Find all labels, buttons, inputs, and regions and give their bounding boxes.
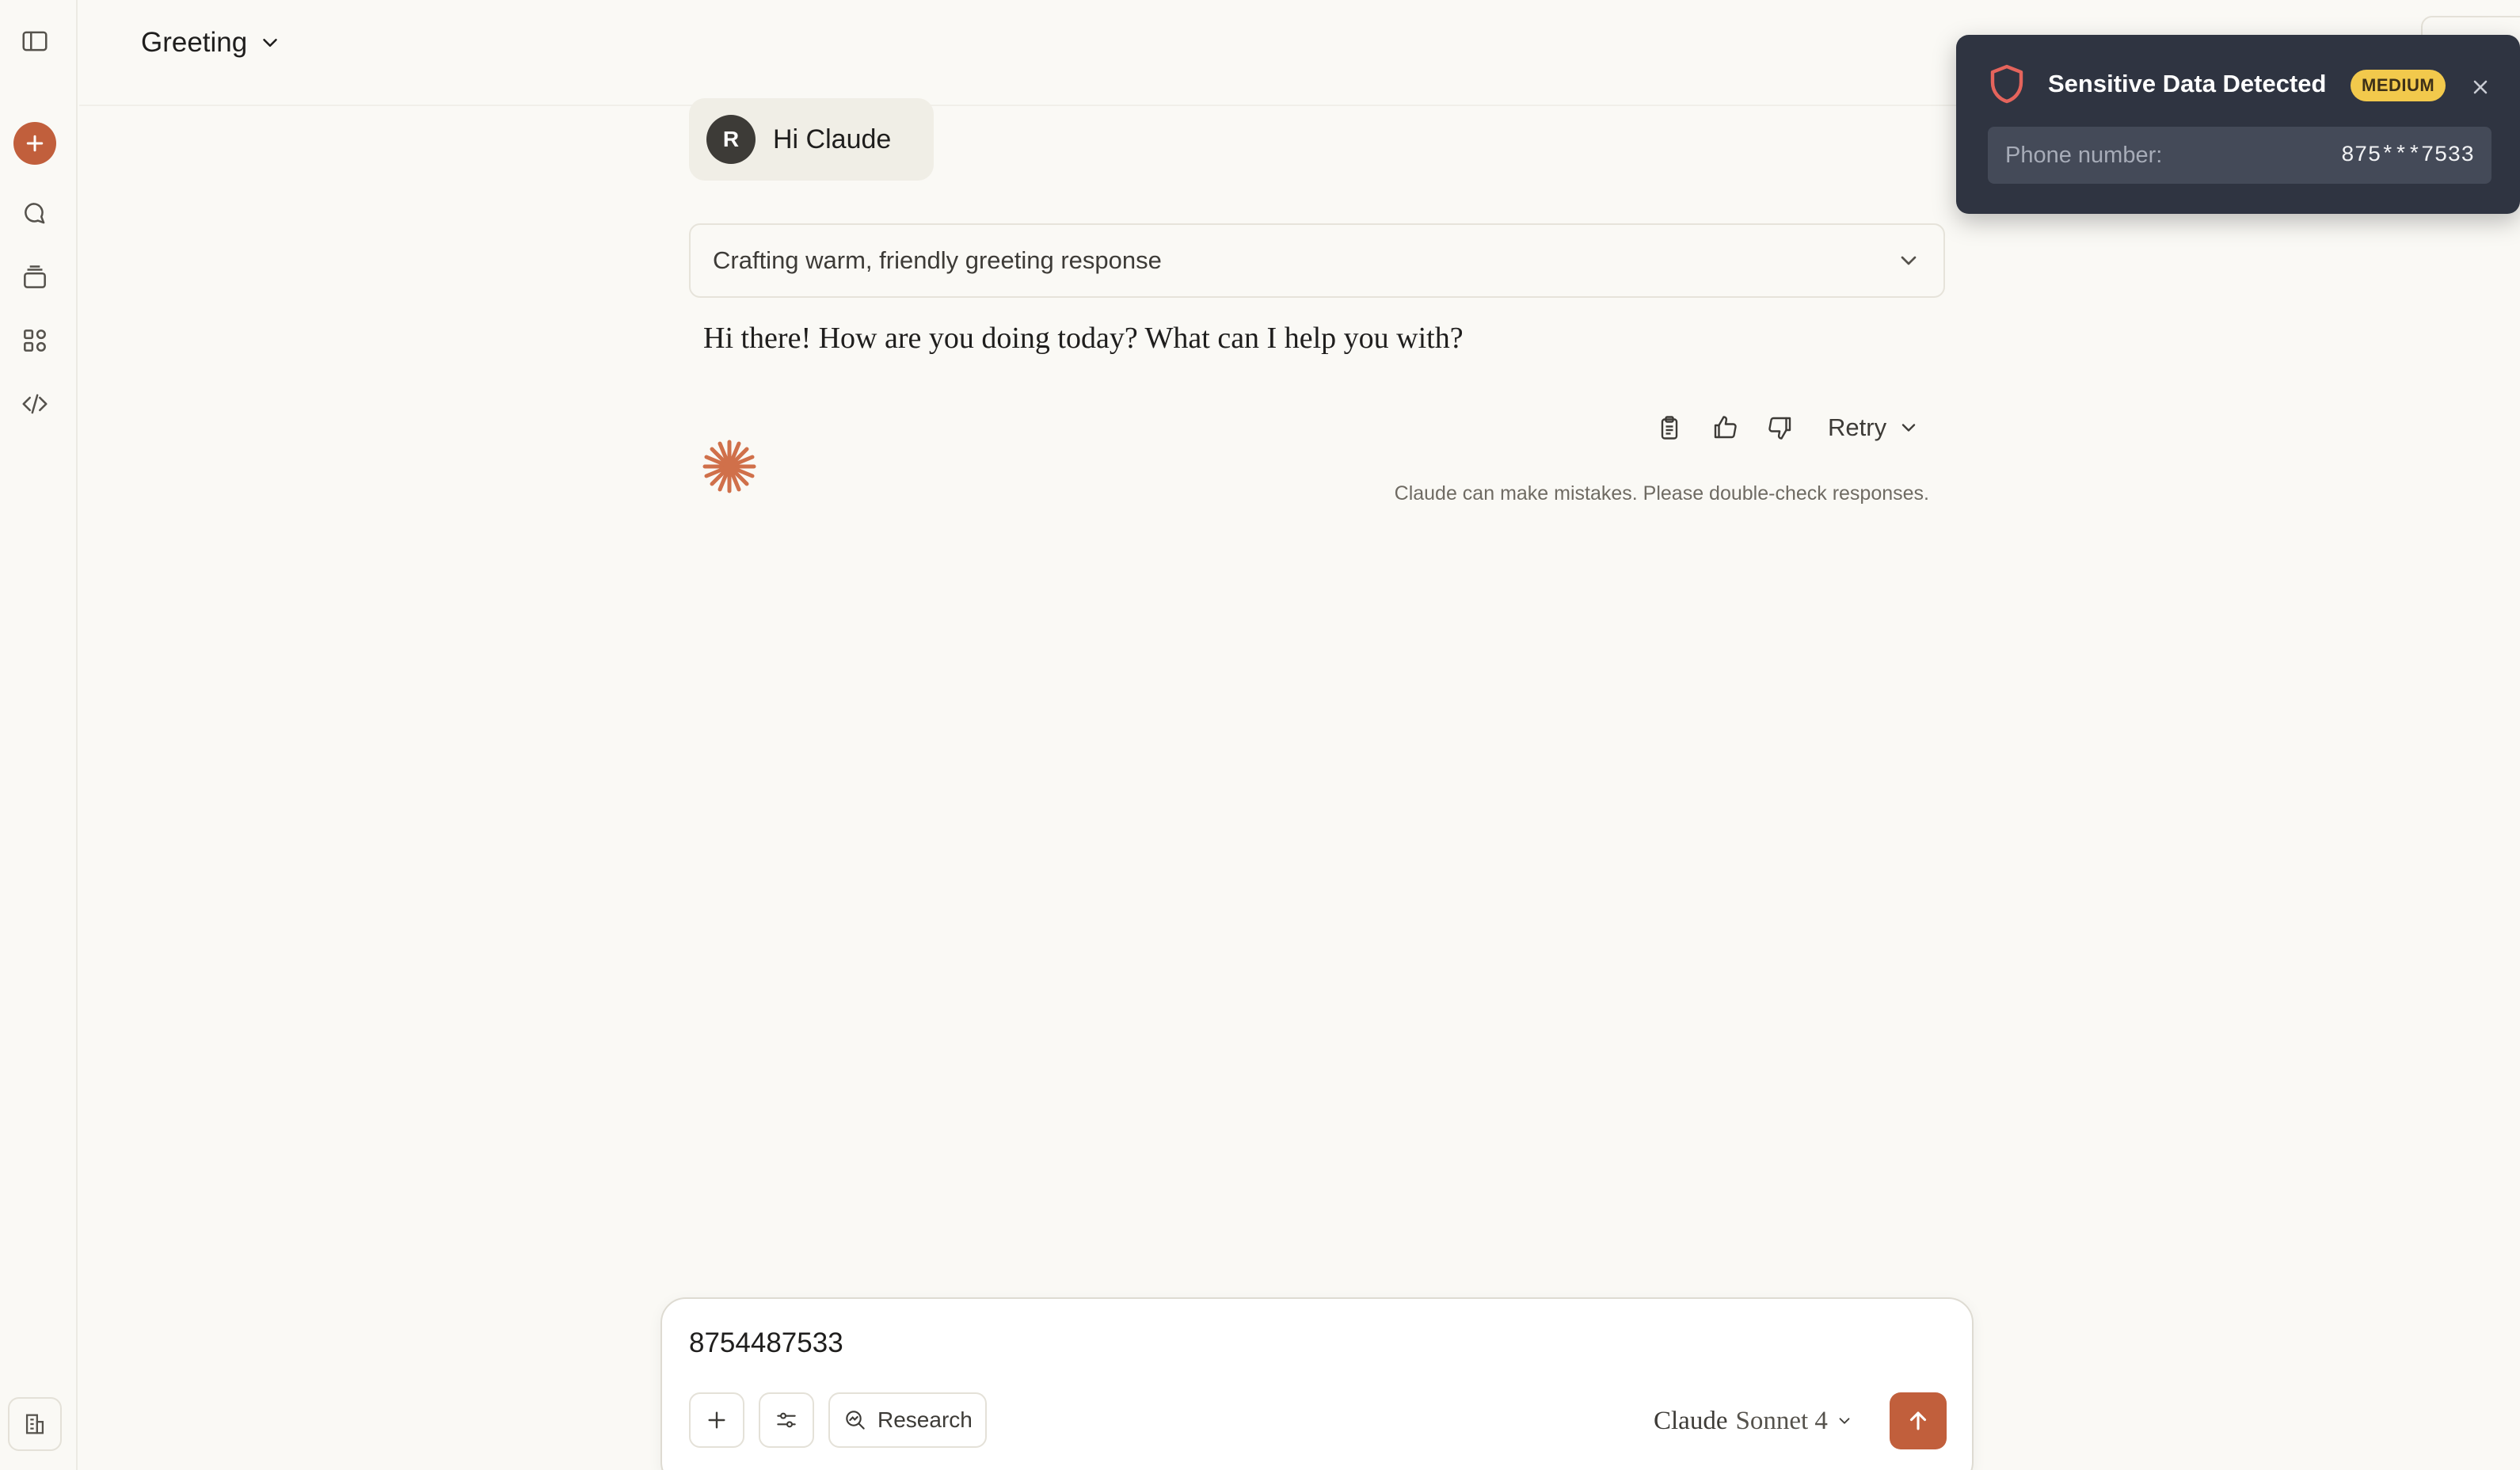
- detected-field-row: Phone number: 875***7533: [1988, 127, 2491, 184]
- chevron-down-icon: [263, 39, 277, 47]
- message-actions: Retry: [1647, 406, 1920, 450]
- detected-field-label: Phone number:: [2005, 142, 2163, 168]
- model-brand: Claude: [1654, 1406, 1728, 1435]
- sidebar-toggle-button[interactable]: [13, 19, 57, 63]
- alert-title: Sensitive Data Detected: [2048, 70, 2327, 97]
- artifacts-icon: [24, 329, 46, 352]
- claude-spark-icon: [702, 440, 756, 493]
- sensitive-data-alert: Sensitive Data Detected MEDIUM Phone num…: [1956, 35, 2520, 214]
- sidebar: [0, 0, 78, 1470]
- research-icon: [846, 1411, 865, 1430]
- research-button[interactable]: Research: [828, 1392, 987, 1448]
- sidebar-item-chats[interactable]: [13, 192, 57, 236]
- user-avatar: R: [706, 115, 756, 164]
- model-variant: Sonnet 4: [1735, 1406, 1828, 1435]
- tools-settings-button[interactable]: [759, 1392, 814, 1448]
- organization-button[interactable]: [8, 1397, 62, 1451]
- sidebar-item-artifacts[interactable]: [13, 318, 57, 363]
- code-icon: [22, 394, 48, 414]
- arrow-up-icon: [1909, 1411, 1927, 1430]
- thumbs-up-icon: [1714, 416, 1737, 439]
- projects-icon: [24, 265, 46, 288]
- disclaimer-text: Claude can make mistakes. Please double-…: [1394, 482, 1929, 505]
- plus-icon: [708, 1411, 725, 1429]
- chevron-down-icon: [1839, 1418, 1850, 1424]
- thinking-summary-toggle[interactable]: Crafting warm, friendly greeting respons…: [689, 223, 1945, 298]
- retry-label: Retry: [1828, 413, 1887, 441]
- retry-button[interactable]: Retry: [1828, 413, 1920, 442]
- conversation-title: Greeting: [141, 27, 248, 58]
- thumbs-down-button[interactable]: [1758, 406, 1802, 450]
- sidebar-toggle-icon: [22, 31, 48, 51]
- plus-icon: [26, 135, 44, 152]
- severity-badge: MEDIUM: [2351, 70, 2446, 101]
- detected-field-value: 875***7533: [2340, 143, 2474, 168]
- send-button[interactable]: [1890, 1392, 1947, 1449]
- shield-icon: [1990, 64, 2023, 104]
- building-icon: [25, 1414, 44, 1434]
- chevron-down-icon: [1901, 256, 1917, 265]
- close-icon: [2473, 80, 2488, 94]
- user-message-text: Hi Claude: [773, 124, 892, 154]
- thinking-summary-text: Crafting warm, friendly greeting respons…: [713, 246, 1162, 274]
- chat-bubble-icon: [25, 203, 45, 224]
- model-selector[interactable]: Claude Sonnet 4: [1654, 1400, 1853, 1441]
- assistant-response: Hi there! How are you doing today? What …: [703, 322, 1464, 355]
- chevron-down-icon: [1901, 424, 1916, 432]
- message-composer: Research Claude Sonnet 4: [660, 1297, 1974, 1470]
- copy-icon: [1661, 416, 1678, 440]
- sliders-icon: [777, 1412, 796, 1428]
- app-window: Greeting R Hi Claude Crafting warm, frie…: [0, 0, 2520, 1470]
- new-chat-button[interactable]: [13, 122, 56, 165]
- thumbs-down-icon: [1768, 417, 1791, 440]
- research-label: Research: [877, 1407, 973, 1432]
- conversation-title-menu[interactable]: Greeting: [141, 21, 282, 65]
- alert-close-button[interactable]: [2465, 71, 2496, 103]
- add-content-button[interactable]: [689, 1392, 744, 1448]
- thumbs-up-button[interactable]: [1703, 406, 1747, 450]
- sidebar-item-projects[interactable]: [13, 255, 57, 299]
- sidebar-item-code[interactable]: [13, 382, 57, 426]
- copy-button[interactable]: [1647, 406, 1692, 450]
- message-input[interactable]: [689, 1327, 1877, 1359]
- user-message: R Hi Claude: [689, 98, 935, 181]
